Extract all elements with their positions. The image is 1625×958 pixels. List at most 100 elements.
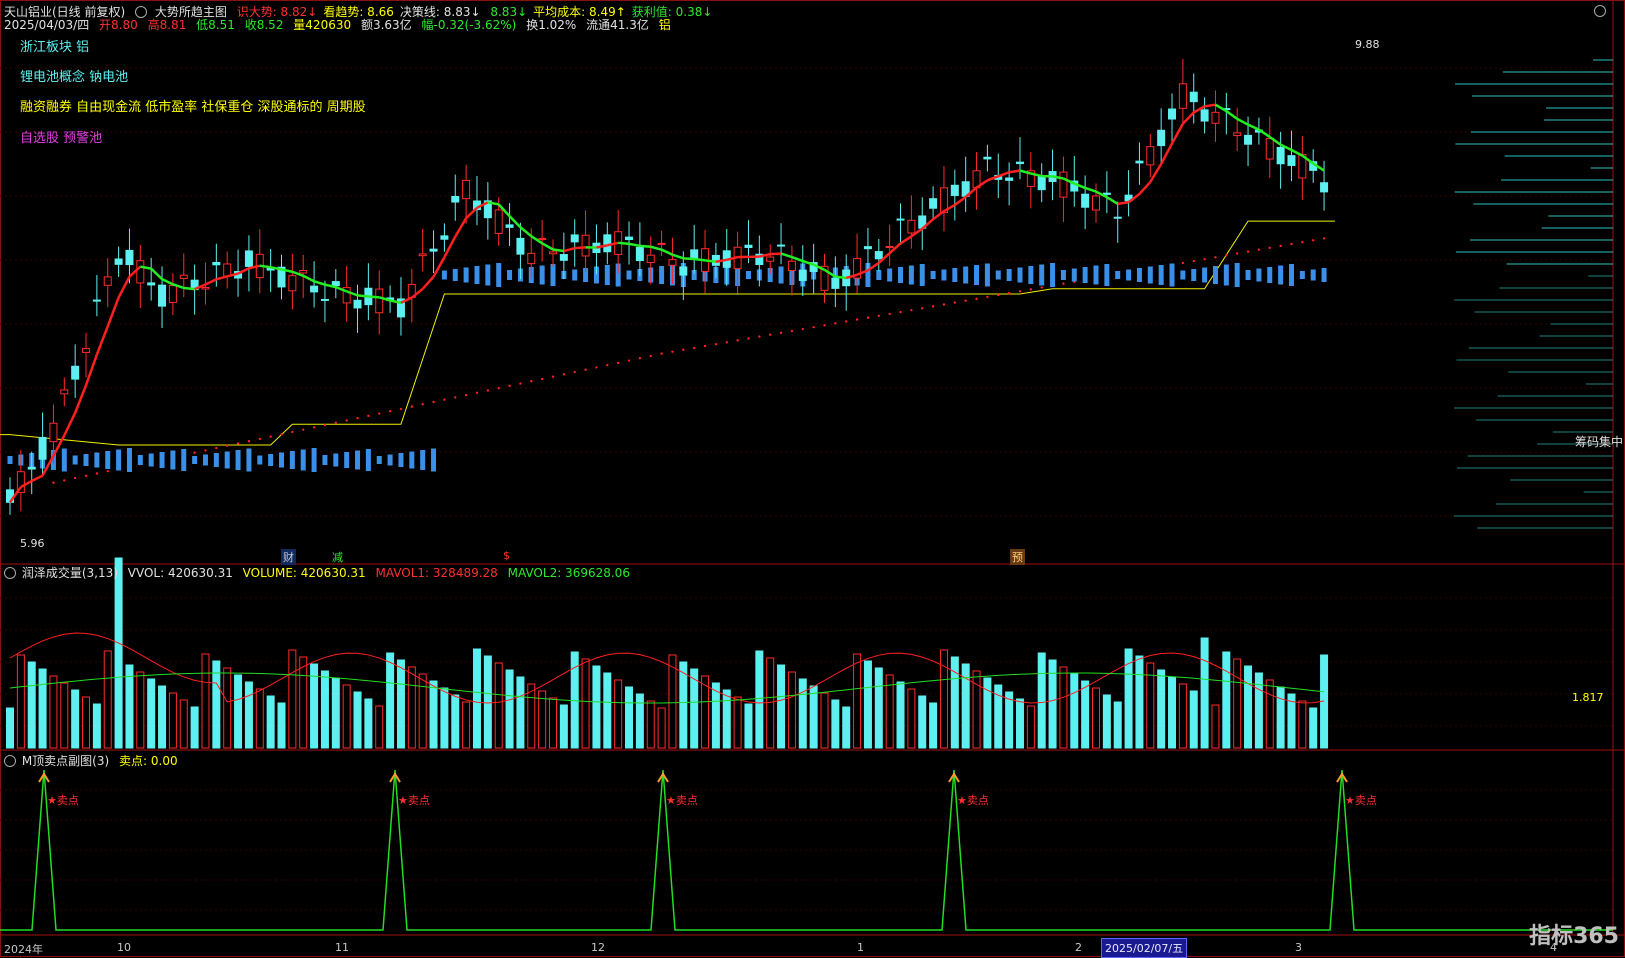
settings-icon[interactable] (135, 6, 147, 18)
flow-bar (496, 263, 501, 287)
volume-bar (213, 661, 220, 748)
flow-bar (366, 449, 371, 471)
volume-bar (745, 704, 752, 748)
candle-body (430, 249, 437, 251)
candle-body (1190, 92, 1197, 101)
volume-bar (712, 683, 719, 748)
candle-body (1288, 156, 1295, 166)
volume-bar (224, 668, 231, 748)
flow-bar (105, 451, 110, 469)
volume-bar (1071, 674, 1078, 748)
flow-bar (344, 452, 349, 468)
indicator-name[interactable]: 大势所趋主图 (155, 5, 227, 19)
support-dot (259, 438, 261, 440)
trend-segment (455, 218, 466, 236)
candle-body (647, 255, 654, 262)
support-dot (313, 426, 315, 428)
tag-pool[interactable]: 自选股 预警池 (20, 131, 102, 146)
volume-bar (560, 705, 567, 748)
flow-bar (1322, 268, 1327, 282)
candle-body (83, 349, 90, 353)
flow-bar (84, 454, 89, 466)
candle-body (517, 238, 524, 254)
flow-bar (474, 266, 479, 284)
candle-body (908, 220, 915, 233)
volume-bar (669, 655, 676, 748)
trend-segment (629, 244, 640, 246)
volume-bar (799, 679, 806, 748)
trend-segment (303, 276, 314, 281)
tag-board[interactable]: 浙江板块 铝 (20, 40, 89, 55)
support-dot (237, 442, 239, 444)
stock-title[interactable]: 天山铝业(日线 前复权) (4, 5, 125, 19)
x-tick-label: 3 (1295, 941, 1302, 954)
badge-reduce[interactable]: 减 (330, 549, 345, 565)
volume-bar (539, 691, 546, 748)
candle-body (604, 235, 611, 252)
volume-bar (1179, 684, 1186, 748)
trend-segment (108, 298, 119, 327)
trend-segment (933, 211, 944, 219)
signal-title[interactable]: M顶卖点副图(3) (22, 754, 109, 768)
quote-amount: 额3.63亿 (361, 18, 412, 32)
support-dot (595, 366, 597, 368)
tag-concept[interactable]: 锂电池概念 钠电池 (20, 70, 128, 85)
flow-bar (355, 451, 360, 470)
volume-title[interactable]: 润泽成交量(3,13) (22, 566, 118, 580)
trend-segment (75, 385, 86, 413)
flow-bar (1256, 269, 1261, 282)
flow-bar (1289, 264, 1294, 286)
chart-canvas[interactable] (0, 0, 1625, 957)
volume-bar (1266, 680, 1273, 748)
support-dot (1203, 258, 1205, 260)
candle-body (767, 257, 774, 261)
support-dot (204, 449, 206, 451)
trend-segment (32, 476, 43, 481)
candle-body (126, 250, 133, 264)
candle-body (1245, 135, 1252, 144)
support-dot (574, 371, 576, 373)
x-tick-label: 2024年 (4, 941, 43, 957)
flow-bar (170, 451, 175, 470)
volume-bar (636, 694, 643, 748)
quote-turnover: 换1.02% (526, 18, 576, 32)
support-dot (650, 355, 652, 357)
support-dot (878, 315, 880, 317)
support-dot (682, 349, 684, 351)
badge-finance[interactable]: 财 (281, 549, 296, 565)
flow-bar (225, 452, 230, 469)
support-dot (541, 378, 543, 380)
badge-forecast[interactable]: 预 (1010, 549, 1025, 565)
candle-body (376, 289, 383, 313)
volume-bar (473, 649, 480, 748)
chip-label: 筹码集中 (1575, 435, 1623, 450)
volume-bar (647, 701, 654, 748)
support-dot (1062, 283, 1064, 285)
close-circle-icon[interactable] (1594, 5, 1606, 17)
volume-bar (278, 703, 285, 748)
volume-bar (886, 675, 893, 748)
volume-bar (843, 707, 850, 748)
volume-value: VOLUME: 420630.31 (243, 566, 366, 580)
volume-bar (441, 688, 448, 748)
volume-bar (1310, 708, 1317, 748)
quote-low: 低8.51 (196, 18, 235, 32)
quote-open: 开8.80 (99, 18, 138, 32)
badge-dividend[interactable]: $ (501, 549, 512, 562)
tag-features[interactable]: 融资融券 自由现金流 低市盈率 社保重仓 深股通标的 周期股 (20, 100, 366, 115)
volume-bar (419, 674, 426, 748)
flow-bar (1017, 268, 1022, 283)
candle-body (864, 247, 871, 249)
support-dot (845, 320, 847, 322)
support-dot (291, 431, 293, 433)
candle-body (680, 267, 687, 275)
candle-body (159, 285, 166, 306)
flow-bar (8, 456, 13, 464)
trend-segment (640, 246, 651, 247)
volume-settings-icon[interactable] (4, 567, 16, 579)
signal-settings-icon[interactable] (4, 755, 16, 767)
trend-segment (901, 236, 912, 243)
flow-bar (442, 271, 447, 280)
volume-bar (1234, 659, 1241, 748)
support-dot (758, 335, 760, 337)
